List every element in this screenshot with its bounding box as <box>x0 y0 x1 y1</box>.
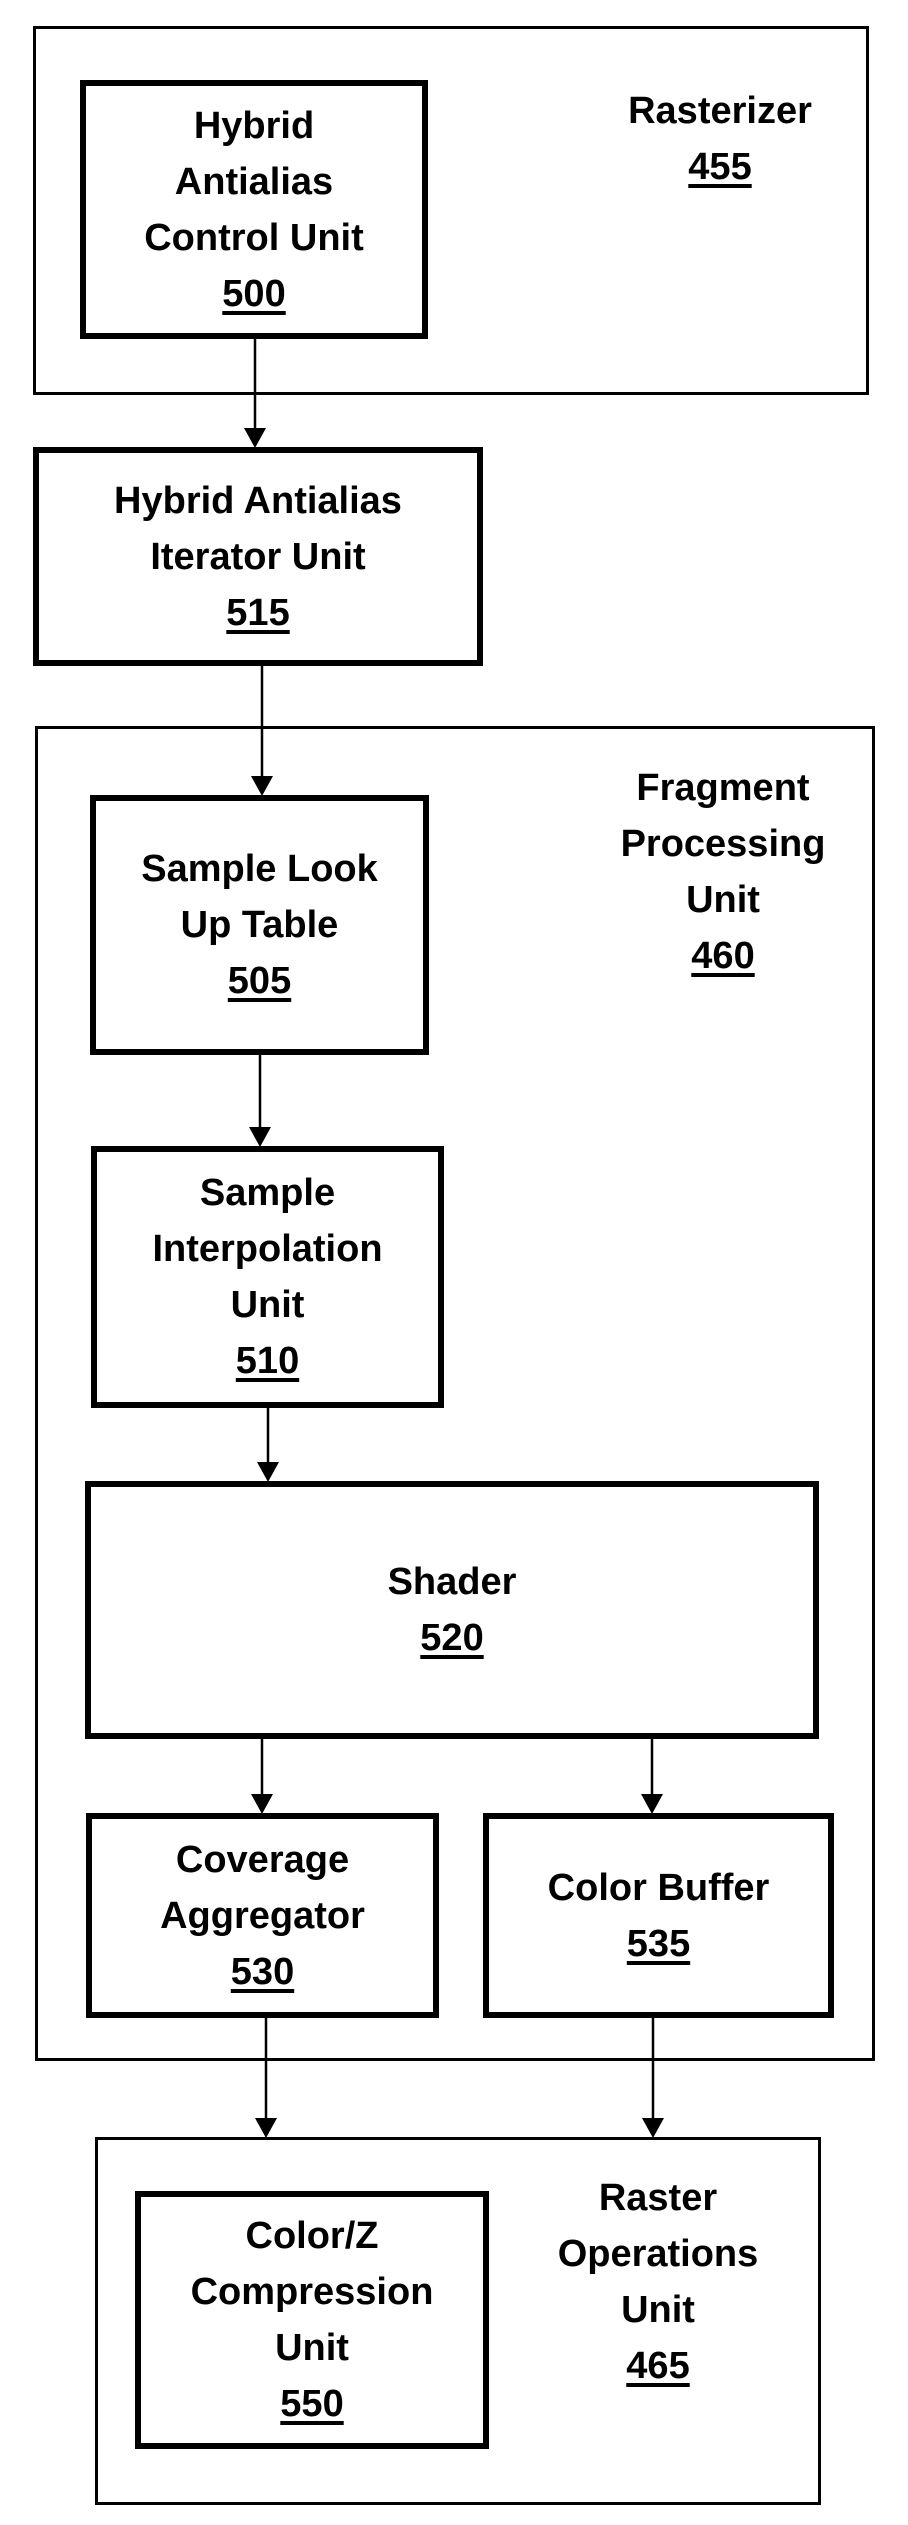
shader: Shader 520 <box>85 1481 819 1739</box>
rop-title-line-2: Operations <box>557 2233 759 2275</box>
arrow-530-465-head <box>255 2118 277 2138</box>
compression-line-3: Unit <box>275 2327 349 2369</box>
control-unit-ref: 500 <box>222 272 286 315</box>
sample-look-up-table: Sample Look Up Table 505 <box>90 795 429 1055</box>
color-buffer-line-1: Color Buffer <box>547 1866 770 1909</box>
rasterizer-ref: 455 <box>688 146 752 188</box>
coverage-aggregator: Coverage Aggregator 530 <box>86 1813 439 2018</box>
color-buffer: Color Buffer 535 <box>483 1813 834 2018</box>
rop-title-line-3: Unit <box>621 2289 695 2331</box>
control-unit-line-1: Hybrid <box>193 104 315 147</box>
sample-interpolation-unit: Sample Interpolation Unit 510 <box>91 1146 444 1408</box>
compression-line-2: Compression <box>190 2271 434 2313</box>
coverage-ref: 530 <box>230 1950 295 1993</box>
shader-ref: 520 <box>420 1617 484 1659</box>
hybrid-antialias-iterator-unit: Hybrid Antialias Iterator Unit 515 <box>33 447 483 666</box>
color-z-compression-unit: Color/Z Compression Unit 550 <box>135 2191 489 2449</box>
rop-ref: 465 <box>626 2345 690 2387</box>
rasterizer-label: Rasterizer 455 <box>600 83 840 195</box>
iterator-unit-line-1: Hybrid Antialias <box>114 479 402 522</box>
control-unit-line-2: Antialias <box>174 160 334 203</box>
arrow-535-465-head <box>642 2118 664 2138</box>
fragment-title-line-3: Unit <box>686 879 760 921</box>
fragment-processing-label: Fragment Processing Unit 460 <box>593 760 853 984</box>
raster-operations-label: Raster Operations Unit 465 <box>528 2170 788 2394</box>
sample-lut-line-1: Sample Look <box>141 848 378 890</box>
compression-line-1: Color/Z <box>245 2215 379 2257</box>
arrow-500-515-head <box>244 428 266 448</box>
rasterizer-title-line-1: Rasterizer <box>628 90 812 132</box>
sample-interp-line-3: Unit <box>230 1284 305 1326</box>
color-buffer-ref: 535 <box>626 1922 691 1965</box>
shader-line-1: Shader <box>387 1561 517 1603</box>
iterator-unit-ref: 515 <box>226 591 290 634</box>
sample-interp-line-1: Sample <box>199 1172 336 1214</box>
coverage-line-1: Coverage <box>175 1838 350 1881</box>
fragment-ref: 460 <box>691 935 755 977</box>
sample-lut-ref: 505 <box>227 960 292 1002</box>
compression-ref: 550 <box>280 2383 344 2425</box>
iterator-unit-line-2: Iterator Unit <box>150 535 366 578</box>
coverage-line-2: Aggregator <box>160 1894 365 1937</box>
sample-interp-line-2: Interpolation <box>152 1228 383 1270</box>
fragment-title-line-2: Processing <box>620 823 826 865</box>
sample-interp-ref: 510 <box>235 1340 300 1382</box>
rop-title-line-1: Raster <box>598 2177 718 2219</box>
sample-lut-line-2: Up Table <box>180 904 339 946</box>
hybrid-antialias-control-unit: Hybrid Antialias Control Unit 500 <box>80 80 428 339</box>
fragment-title-line-1: Fragment <box>636 767 810 809</box>
control-unit-line-3: Control Unit <box>144 216 364 259</box>
